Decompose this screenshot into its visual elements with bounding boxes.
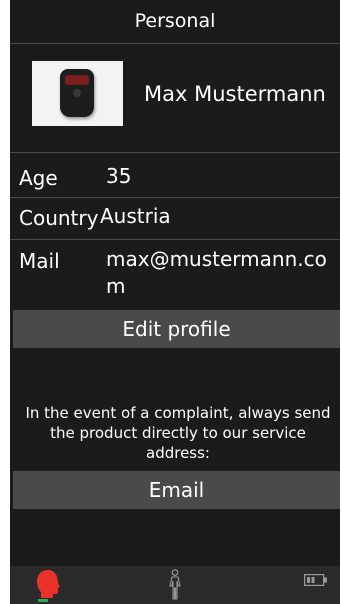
active-tab-indicator xyxy=(38,599,48,602)
head-icon xyxy=(37,570,60,598)
body-icon xyxy=(169,569,181,600)
tab-body[interactable] xyxy=(120,566,230,604)
tab-battery[interactable] xyxy=(230,566,340,604)
email-button[interactable]: Email xyxy=(13,471,340,509)
device-button xyxy=(73,89,81,97)
header-divider xyxy=(10,43,340,44)
tab-bar xyxy=(10,566,340,604)
profile-name: Max Mustermann xyxy=(144,82,326,106)
mail-value-line2: m xyxy=(106,274,126,298)
country-label: Country xyxy=(19,206,99,230)
profile-photo[interactable] xyxy=(32,61,123,126)
personal-screen: Personal Max Mustermann Age 35 Country A… xyxy=(10,0,340,604)
device-photo-icon xyxy=(60,69,94,117)
complaint-notice: In the event of a complaint, always send… xyxy=(25,404,331,462)
country-value: Austria xyxy=(100,204,171,228)
battery-icon xyxy=(304,574,327,586)
edit-profile-button[interactable]: Edit profile xyxy=(13,310,340,348)
device-stripe xyxy=(65,75,89,85)
tab-head[interactable] xyxy=(10,566,120,604)
profile-divider xyxy=(10,152,340,153)
country-divider xyxy=(10,239,340,240)
page-title: Personal xyxy=(134,10,216,32)
age-divider xyxy=(10,197,340,198)
mail-label: Mail xyxy=(19,249,60,273)
age-label: Age xyxy=(19,166,58,190)
age-value: 35 xyxy=(106,164,132,188)
mail-value-line1: max@mustermann.co xyxy=(106,247,327,271)
